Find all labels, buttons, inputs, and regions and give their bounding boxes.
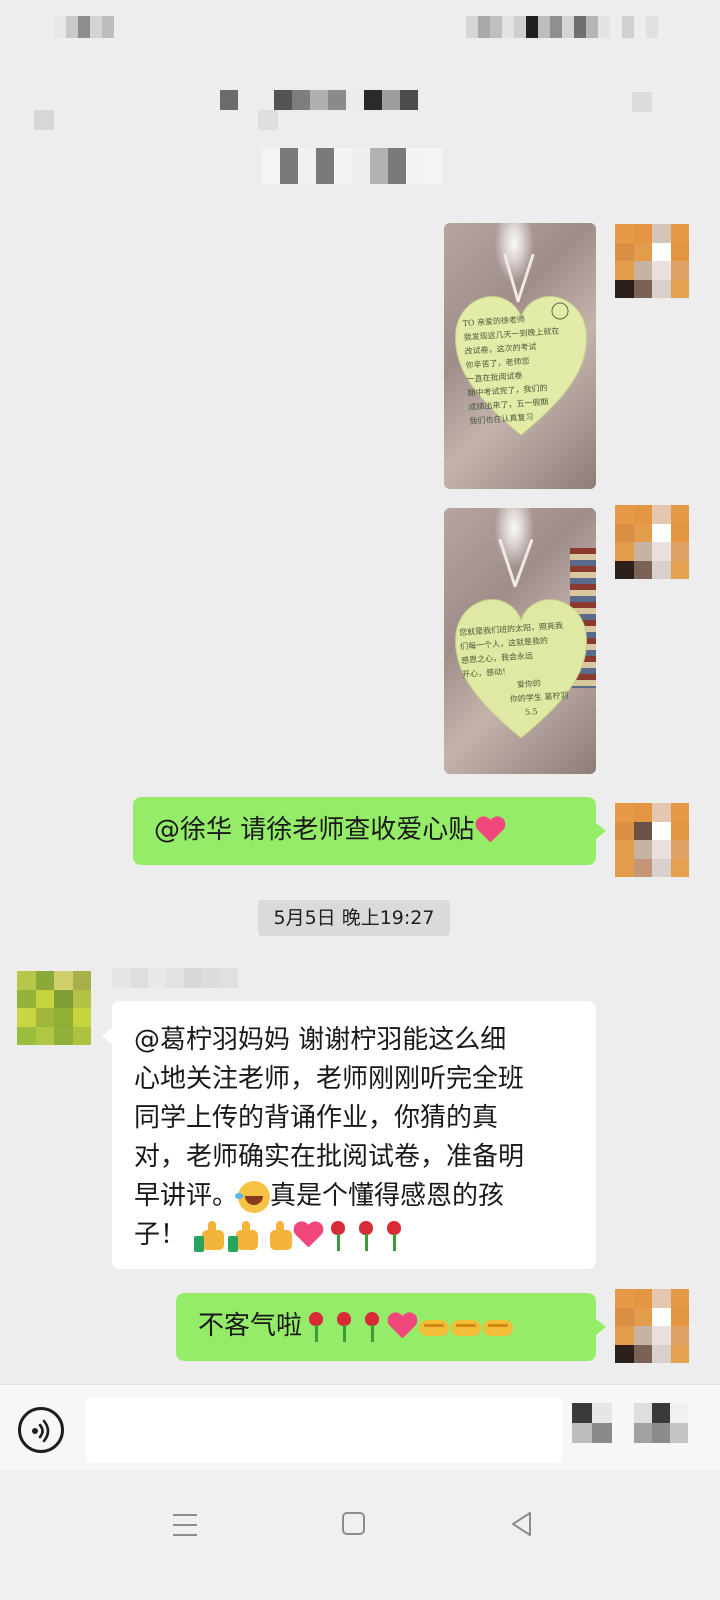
system-notice-pixelated	[262, 148, 442, 184]
chat-input-bar	[0, 1384, 720, 1470]
rose-emoji	[330, 1311, 358, 1343]
avatar-self[interactable]	[615, 803, 689, 877]
menu-lines-icon	[173, 1514, 197, 1536]
chat-title-pixelated	[220, 90, 418, 110]
bubble-tail	[102, 1027, 113, 1045]
message-input[interactable]	[86, 1397, 562, 1463]
message-bubble-self[interactable]: 不客气啦	[176, 1293, 606, 1361]
rose-emoji	[380, 1220, 408, 1252]
handshake-emoji	[450, 1314, 482, 1340]
heart-emoji	[475, 817, 505, 844]
recent-apps-button[interactable]	[170, 1510, 200, 1540]
avatar-self[interactable]	[615, 505, 689, 579]
handshake-emoji	[482, 1314, 514, 1340]
more-actions-button-pixelated[interactable]	[634, 1403, 688, 1443]
status-bar-right-pixelated	[466, 16, 658, 38]
heart-card-handwriting: TO 亲爱的徐老师 我发现这几天一到晚上就在 改试卷，这次的考试 你辛苦了，老师…	[462, 314, 560, 426]
voice-wave-icon	[32, 1419, 50, 1443]
bubble-tail	[595, 822, 606, 840]
message-text: @徐华 请徐老师查收爱心贴	[154, 815, 475, 845]
home-button[interactable]	[340, 1510, 368, 1538]
square-icon	[342, 1512, 365, 1535]
heart-emoji	[387, 1313, 417, 1340]
photo-message-heart-card-2[interactable]: 您就是我们班的太阳，照亮我 们每一个人，这就是我的 感恩之心，我会永远 开心，感…	[444, 508, 596, 774]
message-line: 对，老师确实在批阅试卷，准备明	[134, 1142, 525, 1172]
thumbs-up-emoji	[228, 1220, 262, 1252]
heart-emoji	[293, 1222, 323, 1249]
laugh-cry-emoji	[235, 1180, 271, 1213]
message-line: @葛柠羽妈妈 谢谢柠羽能这么细	[134, 1025, 507, 1055]
more-menu-button-pixelated[interactable]	[632, 92, 652, 112]
back-button-pixelated[interactable]	[34, 110, 54, 130]
message-text: 不客气啦	[198, 1311, 303, 1341]
avatar-self[interactable]	[615, 224, 689, 298]
rose-emoji	[358, 1311, 386, 1343]
message-line: 早讲评。	[134, 1181, 239, 1211]
message-timestamp: 5月5日 晚上19:27	[258, 900, 450, 936]
photo-message-heart-card-1[interactable]: TO 亲爱的徐老师 我发现这几天一到晚上就在 改试卷，这次的考试 你辛苦了，老师…	[444, 223, 596, 489]
avatar-teacher[interactable]	[17, 971, 91, 1045]
sender-name-pixelated	[112, 968, 238, 988]
bubble-tail	[595, 1318, 606, 1336]
chat-title-sub-pixelated	[258, 110, 278, 130]
voice-input-button[interactable]	[18, 1407, 64, 1453]
message-line: 同学上传的背诵作业，你猜的真	[134, 1103, 499, 1133]
status-bar-left-pixelated	[54, 16, 114, 38]
thumbs-up-emoji	[262, 1220, 293, 1252]
rose-emoji	[352, 1220, 380, 1252]
back-nav-button[interactable]	[508, 1510, 536, 1538]
handshake-emoji	[418, 1314, 450, 1340]
thumbs-up-emoji	[194, 1220, 228, 1252]
rose-emoji	[324, 1220, 352, 1252]
system-navigation-bar	[0, 1470, 720, 1600]
rose-emoji	[302, 1311, 330, 1343]
message-line: 心地关注老师，老师刚刚听完全班	[134, 1064, 525, 1094]
emoji-button-pixelated[interactable]	[572, 1403, 612, 1443]
avatar-self[interactable]	[615, 1289, 689, 1363]
heart-card-handwriting: 您就是我们班的太阳，照亮我 们每一个人，这就是我的 感恩之心，我会永远 开心，感…	[458, 621, 569, 717]
message-line: 真是个懂得感恩的孩	[270, 1181, 505, 1211]
message-line: 子！	[134, 1220, 187, 1250]
message-bubble-self[interactable]: @徐华 请徐老师查收爱心贴	[133, 797, 606, 865]
triangle-back-icon	[512, 1512, 531, 1536]
message-bubble-other[interactable]: @葛柠羽妈妈 谢谢柠羽能这么细 心地关注老师，老师刚刚听完全班 同学上传的背诵作…	[102, 1001, 596, 1269]
